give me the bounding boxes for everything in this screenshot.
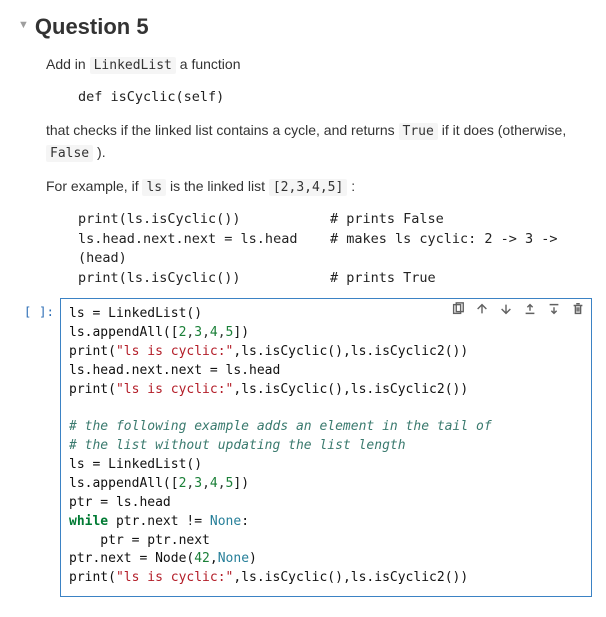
special: None — [210, 514, 241, 529]
move-down-icon[interactable] — [499, 302, 513, 316]
code-comment: # prints True — [330, 270, 436, 286]
code-line: ]) — [233, 476, 249, 491]
code-text: ls.head.next.next = ls.head — [78, 231, 297, 247]
code-line: print( — [69, 344, 116, 359]
str: "ls is cyclic:" — [116, 382, 233, 397]
code-line: ptr = ls.head — [69, 495, 171, 510]
code-line: ls.appendAll([ — [69, 325, 179, 340]
delete-icon[interactable] — [571, 302, 585, 316]
code-line: print( — [69, 382, 116, 397]
str: "ls is cyclic:" — [116, 570, 233, 585]
intro-paragraph-3: For example, if ls is the linked list [2… — [46, 176, 598, 198]
code-line: ls.head.next.next = ls.head — [69, 363, 280, 378]
code-line: ptr.next != — [108, 514, 210, 529]
code-line: , — [210, 551, 218, 566]
code-text: print(ls.isCyclic()) — [78, 211, 241, 227]
duplicate-icon[interactable] — [451, 302, 465, 316]
text: is the linked list — [166, 178, 269, 194]
heading-row: ▼ Question 5 — [18, 14, 598, 40]
inline-code: False — [46, 145, 93, 162]
code-line: ]) — [233, 325, 249, 340]
num: 4 — [210, 325, 218, 340]
inline-code: LinkedList — [90, 57, 176, 74]
comment: # the following example adds an element … — [69, 419, 492, 434]
kw: while — [69, 514, 108, 529]
code-line: ls = LinkedList() — [69, 306, 202, 321]
code-comment: # prints False — [330, 211, 444, 227]
num: 3 — [194, 476, 202, 491]
insert-below-icon[interactable] — [547, 302, 561, 316]
cell-code[interactable]: ls = LinkedList() ls.appendAll([2,3,4,5]… — [61, 299, 591, 596]
num: 42 — [194, 551, 210, 566]
inline-code: ls — [142, 179, 166, 196]
code-line: ls.appendAll([ — [69, 476, 179, 491]
inline-code: True — [399, 123, 438, 140]
text: For example, if — [46, 178, 142, 194]
text: ). — [93, 144, 105, 160]
str: "ls is cyclic:" — [116, 344, 233, 359]
collapse-caret-icon[interactable]: ▼ — [18, 19, 29, 31]
code-comment: # makes ls cyclic: 2 -> 3 -> — [330, 231, 558, 247]
text: : — [347, 178, 355, 194]
question-heading: Question 5 — [35, 14, 149, 40]
text: that checks if the linked list contains … — [46, 122, 399, 138]
intro-paragraph-2: that checks if the linked list contains … — [46, 120, 598, 164]
code-line: print( — [69, 570, 116, 585]
code-line: ptr.next = Node( — [69, 551, 194, 566]
inline-code: [2,3,4,5] — [269, 179, 347, 196]
insert-above-icon[interactable] — [523, 302, 537, 316]
code-line: ptr = ptr.next — [69, 533, 210, 548]
code-line: ,ls.isCyclic(),ls.isCyclic2()) — [233, 382, 468, 397]
code-line: ,ls.isCyclic(),ls.isCyclic2()) — [233, 344, 468, 359]
notebook-cell: [ ]: ls = LinkedList() ls.appendAll([2,3… — [14, 298, 592, 597]
code-line: ,ls.isCyclic(),ls.isCyclic2()) — [233, 570, 468, 585]
text: a function — [176, 56, 241, 72]
code-line: : — [241, 514, 249, 529]
special: None — [218, 551, 249, 566]
code-line: ls = LinkedList() — [69, 457, 202, 472]
cell-toolbar — [447, 298, 589, 320]
text: Add in — [46, 56, 90, 72]
code-text: print(ls.isCyclic()) — [78, 270, 241, 286]
num: 4 — [210, 476, 218, 491]
code-line: ) — [249, 551, 257, 566]
code-text: (head) — [78, 250, 127, 266]
num: 2 — [179, 476, 187, 491]
example-code-block: print(ls.isCyclic()) # prints False ls.h… — [78, 210, 598, 288]
num: 3 — [194, 325, 202, 340]
text: if it does (otherwise, — [438, 122, 566, 138]
move-up-icon[interactable] — [475, 302, 489, 316]
cell-prompt: [ ]: — [14, 298, 60, 597]
def-code-block: def isCyclic(self) — [78, 88, 598, 108]
intro-paragraph-1: Add in LinkedList a function — [46, 54, 598, 76]
cell-body[interactable]: ls = LinkedList() ls.appendAll([2,3,4,5]… — [60, 298, 592, 597]
comment: # the list without updating the list len… — [69, 438, 406, 453]
num: 2 — [179, 325, 187, 340]
